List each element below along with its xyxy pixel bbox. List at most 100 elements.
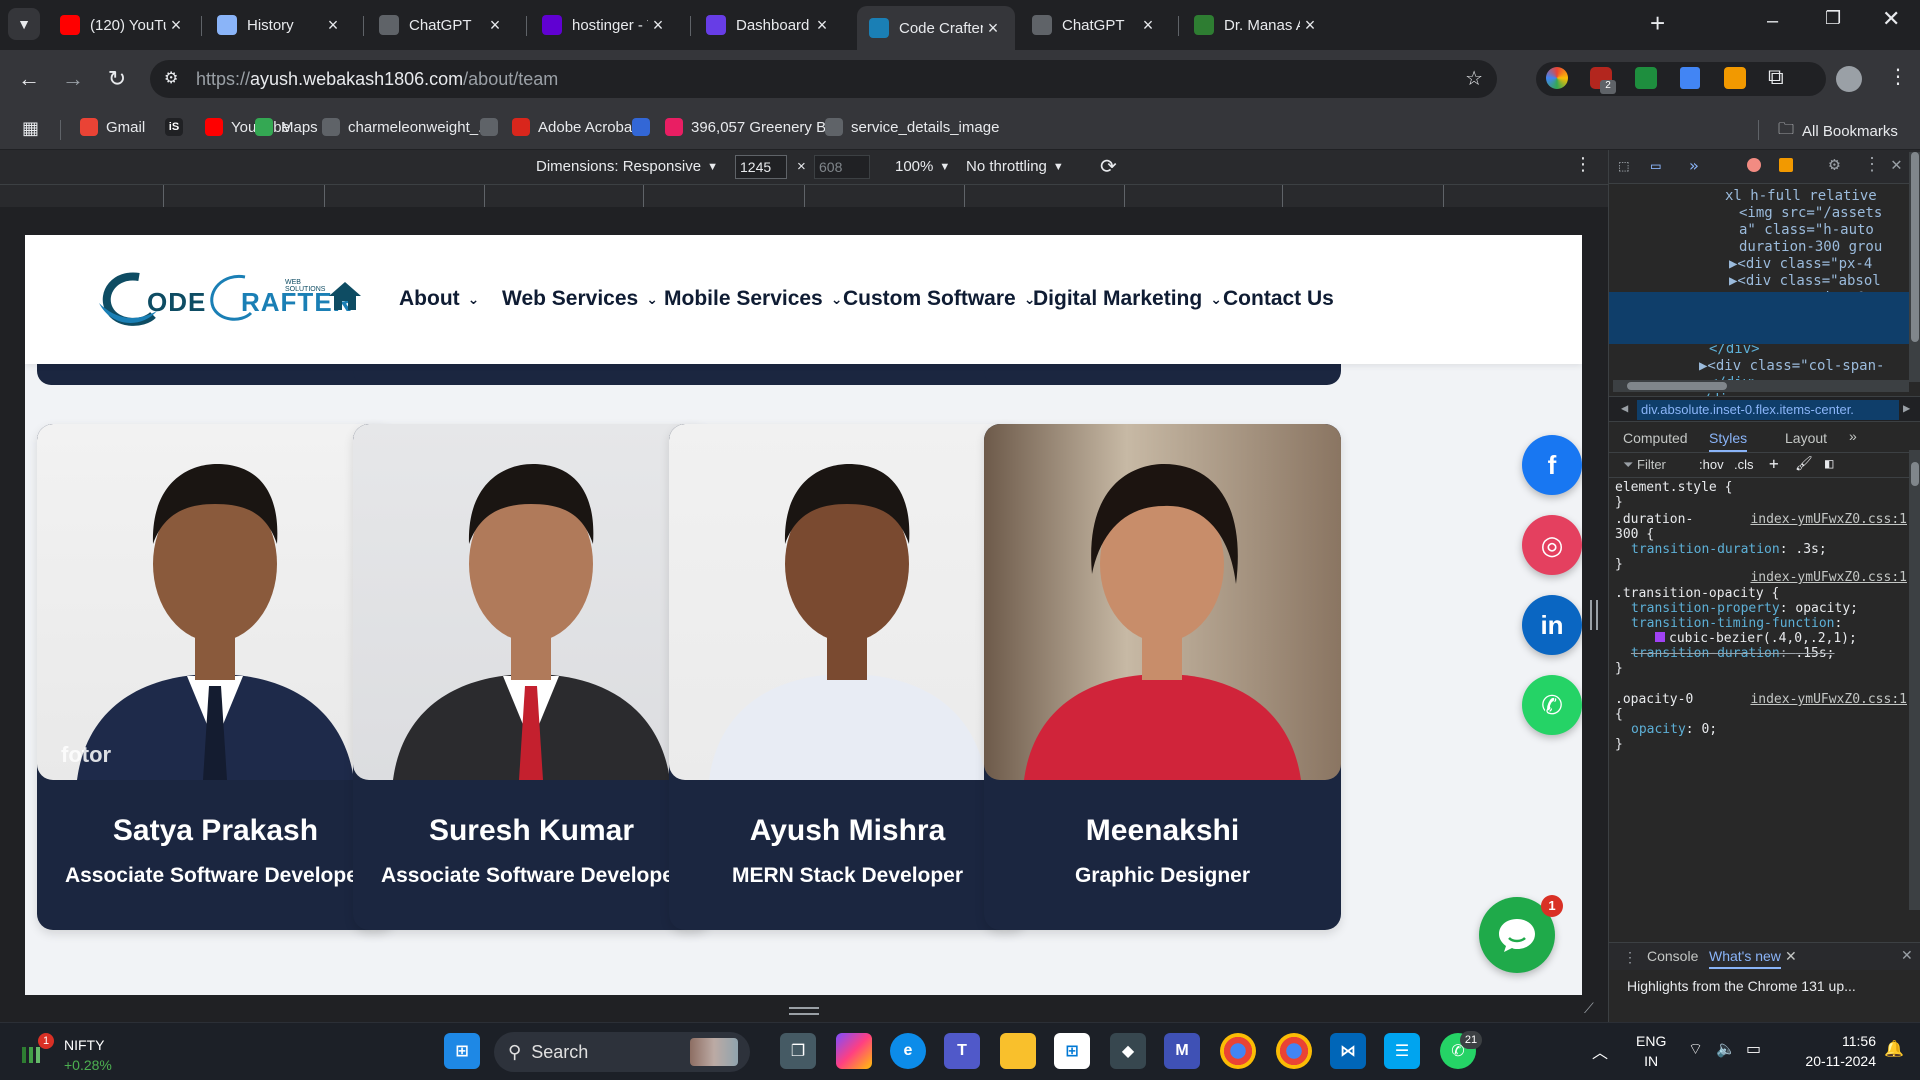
rotate-icon[interactable]: ⟳ xyxy=(1100,154,1117,179)
width-input[interactable]: 1245 xyxy=(735,155,787,179)
browser-tab[interactable]: ChatGPT × xyxy=(367,6,517,44)
windows-start-icon[interactable]: ⊞ xyxy=(444,1033,480,1069)
browser-tab[interactable]: History × xyxy=(205,6,355,44)
browser-tab[interactable]: Code Crafter We× xyxy=(857,6,1015,50)
css-source-link[interactable]: index-ymUFwxZ0.css:1 xyxy=(1750,570,1907,585)
css-declaration[interactable]: transition-duration: .15s; xyxy=(1609,646,1909,661)
css-source-link[interactable]: index-ymUFwxZ0.css:1 xyxy=(1750,512,1907,527)
all-bookmarks-button[interactable]: 🗀 All Bookmarks xyxy=(1778,118,1898,145)
browser-menu-icon[interactable]: ⋮ xyxy=(1888,64,1908,89)
browser-tab[interactable]: ChatGPT × xyxy=(1020,6,1170,44)
devtools-subtab[interactable]: Layout xyxy=(1785,430,1827,446)
more-subtabs-icon[interactable]: » xyxy=(1849,428,1857,444)
instagram-button[interactable]: ◎ xyxy=(1522,515,1582,575)
bezier-swatch-icon[interactable] xyxy=(1655,632,1665,642)
close-tab-icon[interactable]: × xyxy=(983,18,1003,39)
error-count-icon[interactable] xyxy=(1747,158,1761,172)
team-member-card[interactable]: Meenakshi Graphic Designer xyxy=(984,424,1341,930)
dom-node-line[interactable]: a" class="h-auto xyxy=(1609,222,1909,238)
bookmark-item[interactable]: charmeleonweight_... xyxy=(322,118,491,136)
reload-button[interactable]: ↻ xyxy=(100,62,134,96)
css-declaration[interactable]: transition-property: opacity; xyxy=(1609,601,1909,616)
warning-count-icon[interactable] xyxy=(1779,158,1793,172)
drawer-menu-icon[interactable]: ⋮ xyxy=(1623,949,1637,966)
extension-color-icon[interactable] xyxy=(1546,67,1568,89)
nav-item[interactable]: Digital Marketing ⌄ xyxy=(1033,287,1222,311)
settings-gear-icon[interactable]: ⚙ xyxy=(1829,154,1840,175)
tray-chevron-icon[interactable]: ︿ xyxy=(1592,1039,1608,1063)
teams-icon[interactable]: T xyxy=(944,1033,980,1069)
copilot-icon[interactable] xyxy=(836,1033,872,1069)
close-tab-icon[interactable]: × xyxy=(812,15,832,36)
css-declaration[interactable]: opacity: 0; xyxy=(1609,722,1909,737)
close-drawer-icon[interactable]: ✕ xyxy=(1901,947,1913,964)
new-rule-icon[interactable]: + xyxy=(1769,454,1779,473)
bookmark-item[interactable]: 396,057 Greenery B... xyxy=(665,118,839,136)
nav-item[interactable]: About ⌄ xyxy=(399,287,479,311)
dom-node-line[interactable]: xl h-full relative xyxy=(1609,188,1909,204)
bookmark-item[interactable]: Gmail xyxy=(80,118,145,136)
height-input[interactable]: 608 xyxy=(814,155,870,179)
minimize-button[interactable]: – xyxy=(1767,10,1778,33)
css-declaration[interactable]: transition-duration: .3s; xyxy=(1609,542,1909,557)
ms-store-icon[interactable]: ⊞ xyxy=(1054,1033,1090,1069)
volume-icon[interactable]: 🔈 xyxy=(1716,1039,1736,1059)
breadcrumb-node[interactable]: div.absolute.inset-0.flex.items-center. xyxy=(1637,400,1899,420)
taskbar-search-box[interactable]: ⚲ Search xyxy=(494,1032,750,1072)
file-explorer-icon[interactable] xyxy=(1000,1033,1036,1069)
css-source-link[interactable]: index-ymUFwxZ0.css:1 xyxy=(1750,692,1907,707)
viewport-resize-corner[interactable]: ⟋ xyxy=(1584,1000,1594,1017)
bookmark-item[interactable]: Maps xyxy=(255,118,318,136)
cls-toggle[interactable]: .cls xyxy=(1734,457,1754,472)
close-window-button[interactable]: ✕ xyxy=(1882,6,1900,32)
close-tab-icon[interactable]: × xyxy=(166,15,186,36)
nav-item[interactable]: Mobile Services ⌄ xyxy=(664,287,842,311)
close-tab-icon[interactable]: × xyxy=(648,15,668,36)
browser-tab[interactable]: Dashboard | Hos× xyxy=(694,6,844,44)
team-member-card[interactable]: Ayush Mishra MERN Stack Developer xyxy=(669,424,1026,930)
extension-docs-icon[interactable] xyxy=(1680,67,1700,89)
hov-toggle[interactable]: :hov xyxy=(1699,457,1724,472)
unity-icon[interactable]: ◆ xyxy=(1110,1033,1146,1069)
sidebar-toggle-icon[interactable]: ◧ xyxy=(1825,456,1833,472)
devtools-menu-icon[interactable]: ⋮ xyxy=(1863,154,1881,175)
css-declaration[interactable]: transition-timing-function: xyxy=(1609,616,1909,631)
forward-button[interactable]: → xyxy=(56,62,90,96)
browser-tab[interactable]: Dr. Manas Aggar× xyxy=(1182,6,1332,44)
dom-node-line[interactable]: ▶<div class="col-span- xyxy=(1609,358,1909,374)
notification-bell-icon[interactable]: 🔔 xyxy=(1884,1039,1904,1059)
more-tabs-icon[interactable]: » xyxy=(1689,156,1699,175)
close-whats-new-icon[interactable]: ✕ xyxy=(1785,948,1797,965)
throttling-dropdown[interactable]: No throttling ▼ xyxy=(966,158,1064,175)
styles-filter-input[interactable]: Filter xyxy=(1637,457,1666,472)
clock[interactable]: 11:56 20-11-2024 xyxy=(1794,1031,1876,1071)
home-icon[interactable] xyxy=(327,279,363,313)
team-member-card[interactable]: Suresh Kumar Associate Software Developer xyxy=(353,424,710,930)
viewport-resize-handle-right[interactable] xyxy=(1590,600,1598,630)
back-button[interactable]: ← xyxy=(12,62,46,96)
devtools-subtab[interactable]: Styles xyxy=(1709,430,1748,452)
close-devtools-icon[interactable]: ✕ xyxy=(1891,154,1902,175)
tab-search-button[interactable]: ▼ xyxy=(8,8,40,40)
new-tab-button[interactable]: + xyxy=(1650,8,1665,39)
address-bar[interactable]: ⚙ https://ayush.webakash1806.com/about/t… xyxy=(150,60,1497,98)
css-rule[interactable]: element.style {} xyxy=(1609,480,1909,510)
nav-item[interactable]: Web Services ⌄ xyxy=(502,287,658,311)
chrome-icon[interactable] xyxy=(1220,1033,1256,1069)
device-toolbar-menu-icon[interactable]: ⋮ xyxy=(1574,154,1592,175)
bookmark-item[interactable] xyxy=(632,118,658,136)
inspect-element-icon[interactable]: ⬚ xyxy=(1619,156,1629,175)
dom-node-line[interactable]: ▶<div class="px-4 xyxy=(1609,256,1909,272)
edge-icon[interactable]: e xyxy=(890,1033,926,1069)
css-declaration[interactable]: cubic-bezier(.4,0,.2,1); xyxy=(1609,631,1909,646)
breadcrumb-left-arrow[interactable]: ◀ xyxy=(1621,401,1628,415)
browser-tab[interactable]: (120) YouTube× xyxy=(48,6,198,44)
viewport-resize-handle-bottom[interactable] xyxy=(789,1007,819,1015)
css-rule[interactable]: .duration- 300 {index-ymUFwxZ0.css:1 trans… xyxy=(1609,512,1909,572)
dom-node-line[interactable]: <img src="/assets xyxy=(1609,205,1909,221)
facebook-button[interactable]: f xyxy=(1522,435,1582,495)
dom-node-line[interactable]: ▶<div class="absol xyxy=(1609,273,1909,289)
css-rule[interactable]: .opacity-0{index-ymUFwxZ0.css:1 opacity: … xyxy=(1609,692,1909,752)
chrome-profile-icon[interactable] xyxy=(1276,1033,1312,1069)
language-indicator[interactable]: ENG IN xyxy=(1636,1031,1666,1071)
